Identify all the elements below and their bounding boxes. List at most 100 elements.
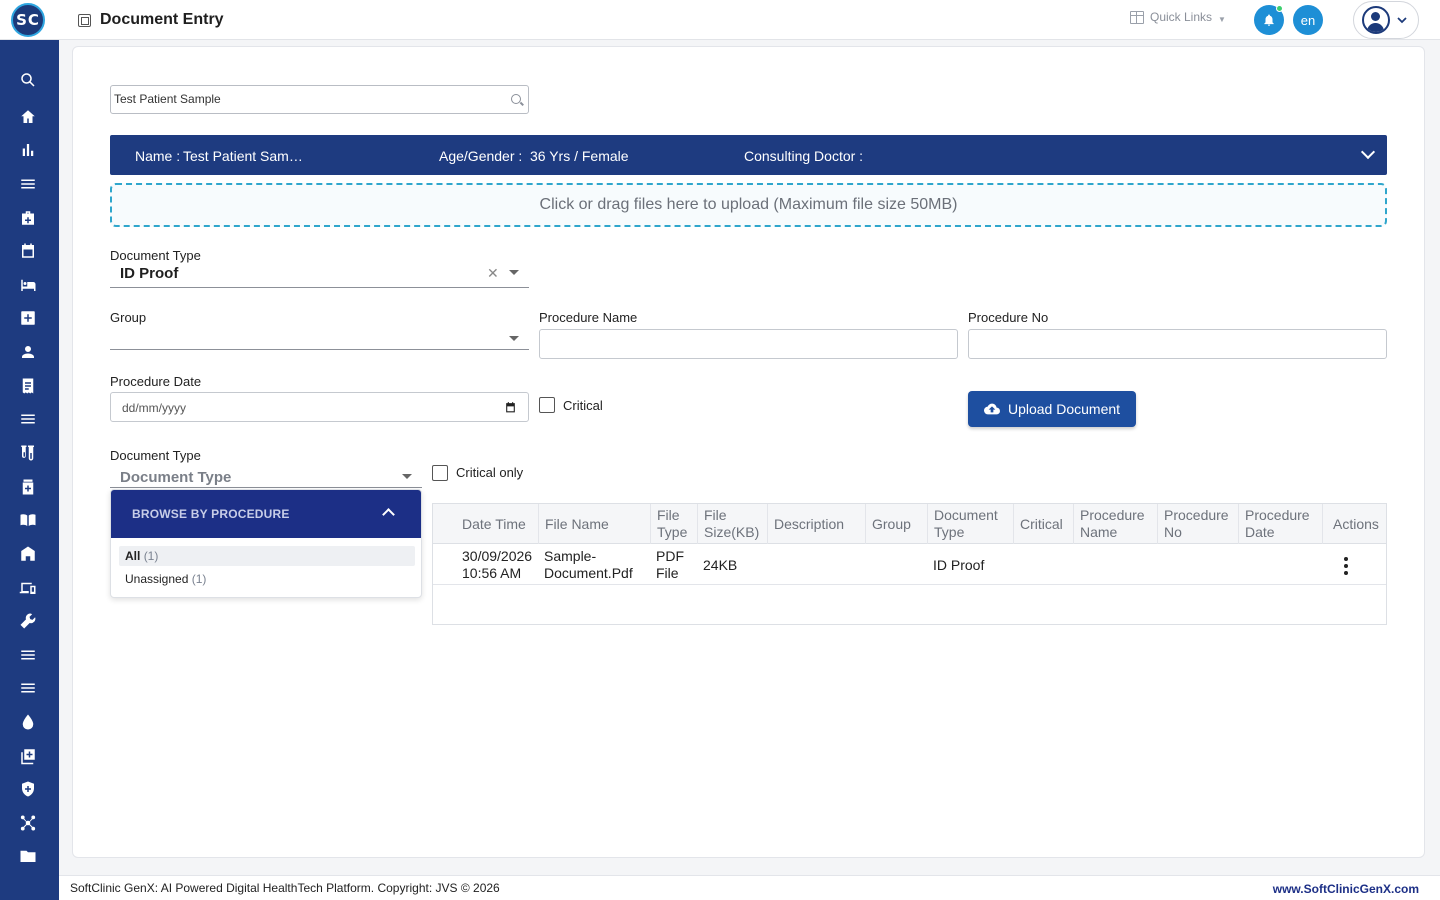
add-library-icon[interactable]	[18, 746, 38, 766]
analytics-icon[interactable]	[18, 140, 38, 160]
bed-icon[interactable]	[18, 275, 38, 295]
pharmacy-icon[interactable]	[18, 477, 38, 497]
folder-icon[interactable]	[18, 846, 38, 866]
footer-website-link[interactable]: www.SoftClinicGenX.com	[1273, 882, 1419, 896]
browse-item-label: Unassigned	[125, 572, 189, 586]
cell-procedure-name	[1073, 545, 1157, 585]
procedure-name-label: Procedure Name	[539, 310, 638, 325]
age-gender-value: 36 Yrs / Female	[530, 148, 629, 164]
book-icon[interactable]	[18, 510, 38, 530]
calendar-icon[interactable]	[18, 241, 38, 261]
col-document-type[interactable]: Document Type	[927, 504, 1013, 544]
cell-critical	[1013, 545, 1073, 585]
devices-icon[interactable]	[18, 578, 38, 598]
blood-drop-icon[interactable]	[18, 712, 38, 732]
procedure-name-input[interactable]	[539, 329, 958, 359]
calendar-icon[interactable]	[504, 401, 517, 414]
document-type-select[interactable]: ID Proof ✕	[110, 262, 529, 288]
quick-links-label: Quick Links	[1150, 10, 1213, 24]
col-procedure-date[interactable]: Procedure Date	[1238, 504, 1322, 544]
procedure-no-input[interactable]	[968, 329, 1387, 359]
browse-panel-header[interactable]: BROWSE BY PROCEDURE	[111, 490, 421, 538]
plus-box-icon[interactable]	[18, 308, 38, 328]
more-actions-icon[interactable]	[1344, 557, 1348, 575]
table-header: Date Time File Name File Type File Size(…	[433, 504, 1386, 544]
profile-menu[interactable]	[1353, 1, 1419, 39]
col-actions: Actions	[1322, 504, 1386, 544]
patient-info-bar[interactable]: Name : Test Patient Sam… Age/Gender : 36…	[110, 135, 1387, 175]
patient-name-label: Name :	[135, 148, 181, 164]
dropzone-text: Click or drag files here to upload (Maxi…	[539, 196, 958, 213]
menu-icon[interactable]	[18, 174, 38, 194]
document-type-label: Document Type	[110, 248, 201, 263]
browse-item-unassigned[interactable]: Unassigned (1)	[119, 569, 415, 589]
search-icon[interactable]	[18, 70, 38, 90]
group-select[interactable]	[110, 326, 529, 350]
home-icon[interactable]	[18, 107, 38, 127]
receipt-icon[interactable]	[18, 376, 38, 396]
person-icon[interactable]	[18, 342, 38, 362]
medical-bag-icon[interactable]	[18, 208, 38, 228]
chevron-down-icon[interactable]	[1360, 144, 1376, 160]
footer: SoftClinic GenX: AI Powered Digital Heal…	[59, 875, 1440, 900]
cell-file-size: 24KB	[703, 556, 738, 573]
building-icon[interactable]	[18, 544, 38, 564]
lab-icon[interactable]	[18, 443, 38, 463]
col-file-name[interactable]: File Name	[538, 504, 650, 544]
language-button[interactable]: en	[1293, 5, 1323, 35]
browse-item-all[interactable]: All (1)	[119, 546, 415, 566]
avatar	[1362, 6, 1390, 34]
browse-by-procedure-panel: BROWSE BY PROCEDURE All (1) Unassigned (…	[110, 489, 422, 598]
col-description[interactable]: Description	[767, 504, 865, 544]
gift-icon	[1130, 10, 1144, 24]
upload-document-button[interactable]: Upload Document	[968, 391, 1136, 427]
list-alt-icon[interactable]	[18, 645, 38, 665]
age-gender-label: Age/Gender :	[439, 148, 523, 164]
col-file-size[interactable]: File Size(KB)	[697, 504, 767, 544]
critical-label: Critical	[563, 398, 603, 413]
search-input[interactable]	[114, 92, 494, 106]
table-row[interactable]: 30/09/2026 10:56 AM Sample-Document.Pdf …	[433, 545, 1386, 585]
col-procedure-name[interactable]: Procedure Name	[1073, 504, 1157, 544]
browse-panel-title: BROWSE BY PROCEDURE	[132, 507, 290, 521]
col-procedure-no[interactable]: Procedure No	[1157, 504, 1238, 544]
col-date-time[interactable]: Date Time	[433, 504, 538, 544]
chevron-down-icon	[1397, 17, 1407, 24]
page-title: Document Entry	[100, 11, 224, 28]
search-icon[interactable]	[511, 94, 521, 104]
filter-document-type-select[interactable]: Document Type	[110, 466, 422, 488]
chevron-up-icon[interactable]	[382, 508, 395, 521]
col-file-type[interactable]: File Type	[650, 504, 697, 544]
filter-document-type-placeholder: Document Type	[120, 469, 232, 486]
filter-document-type-label: Document Type	[110, 448, 201, 463]
col-group[interactable]: Group	[865, 504, 927, 544]
top-bar: SC Document Entry Quick Links ▼ en	[0, 0, 1440, 40]
wrench-icon[interactable]	[18, 611, 38, 631]
procedure-date-input[interactable]: dd/mm/yyyy	[110, 392, 529, 422]
cell-file-name: Sample-Document.Pdf	[544, 548, 633, 581]
app-logo[interactable]: SC	[11, 3, 45, 37]
bell-icon	[1264, 14, 1274, 26]
network-icon[interactable]	[18, 813, 38, 833]
quick-links-menu[interactable]: Quick Links ▼	[1130, 10, 1226, 24]
cell-file-type: PDF File	[656, 548, 684, 581]
patient-name-value: Test Patient Sam…	[183, 148, 303, 164]
procedure-date-label: Procedure Date	[110, 374, 202, 389]
browse-item-label: All	[125, 549, 141, 563]
cell-procedure-date	[1238, 545, 1322, 585]
date-placeholder: dd/mm/yyyy	[122, 401, 187, 415]
critical-checkbox[interactable]	[539, 397, 555, 413]
list-icon[interactable]	[18, 409, 38, 429]
procedure-no-label: Procedure No	[968, 310, 1049, 325]
document-type-value: ID Proof	[120, 265, 179, 282]
footer-copyright: SoftClinic GenX: AI Powered Digital Heal…	[70, 881, 500, 895]
file-dropzone[interactable]: Click or drag files here to upload (Maxi…	[110, 183, 1387, 227]
list-more-icon[interactable]	[18, 678, 38, 698]
clear-icon[interactable]: ✕	[487, 265, 499, 282]
cloud-upload-icon	[983, 403, 1000, 415]
col-critical[interactable]: Critical	[1013, 504, 1073, 544]
critical-only-checkbox[interactable]	[432, 465, 448, 481]
shield-icon[interactable]	[18, 779, 38, 799]
consulting-doctor-label: Consulting Doctor :	[744, 148, 864, 164]
patient-search[interactable]	[110, 85, 529, 114]
